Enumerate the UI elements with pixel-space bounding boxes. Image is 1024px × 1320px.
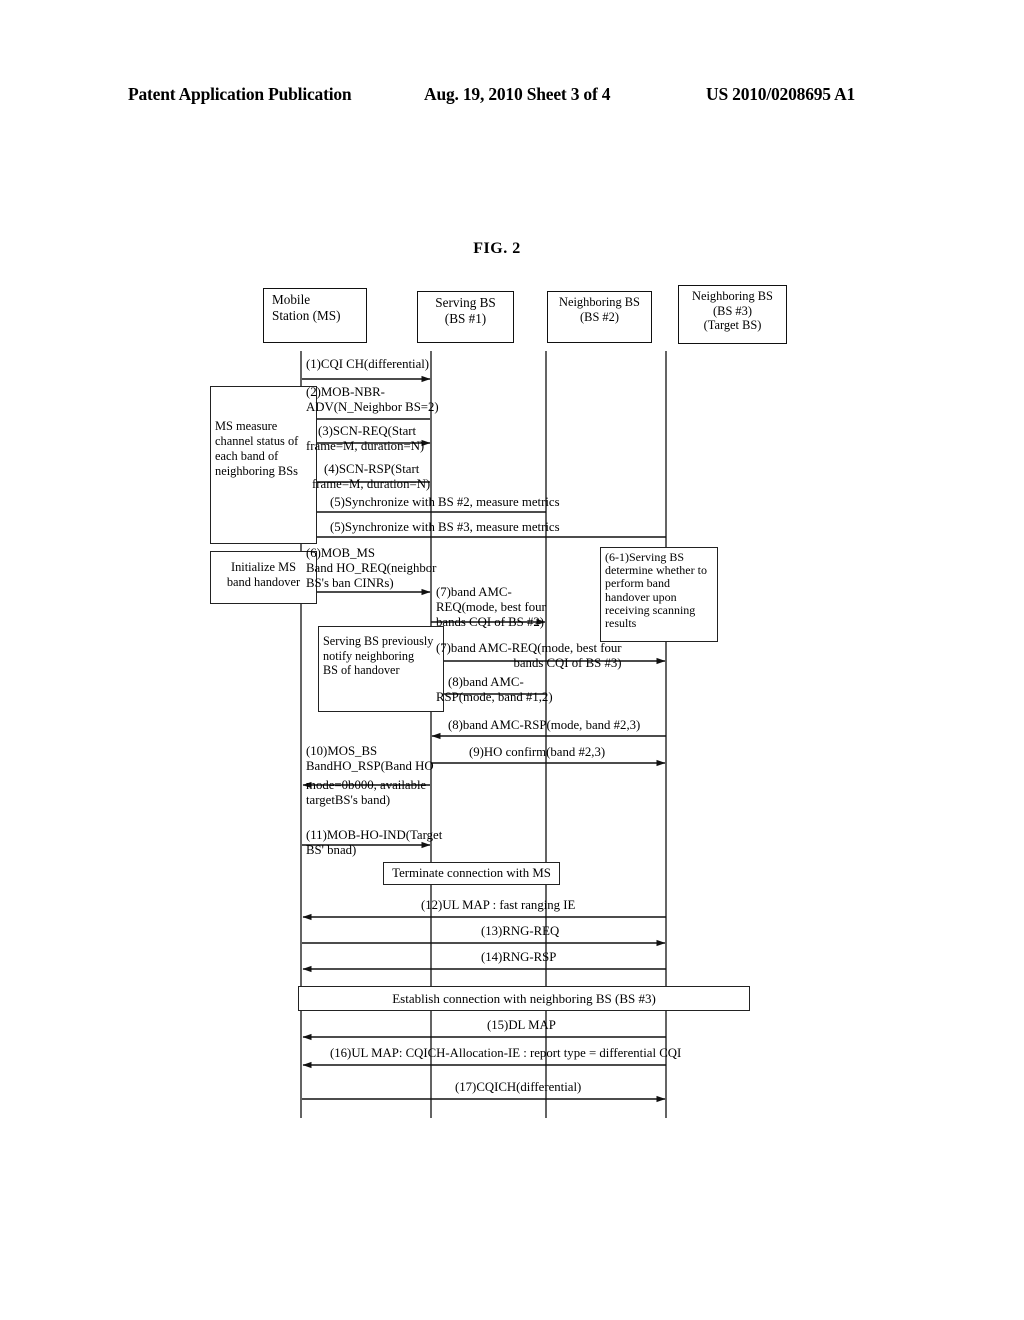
actor-neighboring-bs2: Neighboring BS (BS #2) bbox=[547, 291, 652, 343]
note-terminate-connection: Terminate connection with MS bbox=[383, 862, 560, 885]
message-label-12: (12)UL MAP : fast ranging IE bbox=[421, 898, 576, 912]
message-label-13: (13)RNG-REQ bbox=[481, 924, 560, 938]
note-serving-bs-previously-notify: Serving BS previously notify neighboring… bbox=[318, 626, 444, 712]
message-label-9: (9)HO confirm(band #2,3) bbox=[469, 745, 606, 759]
message-label-3: (3)SCN-REQ(Start frame=M, duration=N) bbox=[306, 424, 425, 453]
actor-neighboring-bs3-target: Neighboring BS (BS #3) (Target BS) bbox=[678, 285, 787, 344]
message-label-8a: (8)band AMC- RSP(mode, band #1,2) bbox=[436, 675, 553, 704]
message-label-7a: (7)band AMC- REQ(mode, best four bands C… bbox=[436, 585, 546, 629]
message-label-16: (16)UL MAP: CQICH-Allocation-IE : report… bbox=[330, 1046, 682, 1060]
message-label-8b: (8)band AMC-RSP(mode, band #2,3) bbox=[448, 718, 641, 732]
message-label-6: (6)MOB_MS Band HO_REQ(neighbor BS's ban … bbox=[306, 546, 437, 590]
message-label-14: (14)RNG-RSP bbox=[481, 950, 557, 964]
message-label-17: (17)CQICH(differential) bbox=[455, 1080, 582, 1094]
message-label-10: (10)MOS_BS BandHO_RSP(Band HO mode=0b000… bbox=[306, 744, 434, 807]
note-initialize-ms-band-handover: Initialize MS band handover bbox=[210, 551, 317, 604]
actor-mobile-station: Mobile Station (MS) bbox=[263, 288, 367, 343]
message-label-5a: (5)Synchronize with BS #2, measure metri… bbox=[330, 495, 560, 509]
message-label-4: (4)SCN-RSP(Start frame=M, duration=N) bbox=[312, 462, 431, 491]
message-label-2: (2)MOB-NBR- ADV(N_Neighbor BS=2) bbox=[306, 385, 439, 414]
note-ms-measure: MS measure channel status of each band o… bbox=[210, 386, 317, 544]
message-label-11: (11)MOB-HO-IND(Target BS' bnad) bbox=[306, 828, 443, 857]
message-label-1: (1)CQI CH(differential) bbox=[306, 357, 430, 371]
actor-serving-bs: Serving BS (BS #1) bbox=[417, 291, 514, 343]
note-establish-connection: Establish connection with neighboring BS… bbox=[298, 986, 750, 1011]
sequence-diagram: Mobile Station (MS) Serving BS (BS #1) N… bbox=[0, 0, 1024, 1320]
message-label-5b: (5)Synchronize with BS #3, measure metri… bbox=[330, 520, 560, 534]
message-label-7b: (7)band AMC-REQ(mode, best four bands CQ… bbox=[436, 641, 622, 670]
note-serving-bs-determine-handover: (6-1)Serving BS determine whether to per… bbox=[600, 547, 718, 642]
message-label-15: (15)DL MAP bbox=[487, 1018, 556, 1032]
